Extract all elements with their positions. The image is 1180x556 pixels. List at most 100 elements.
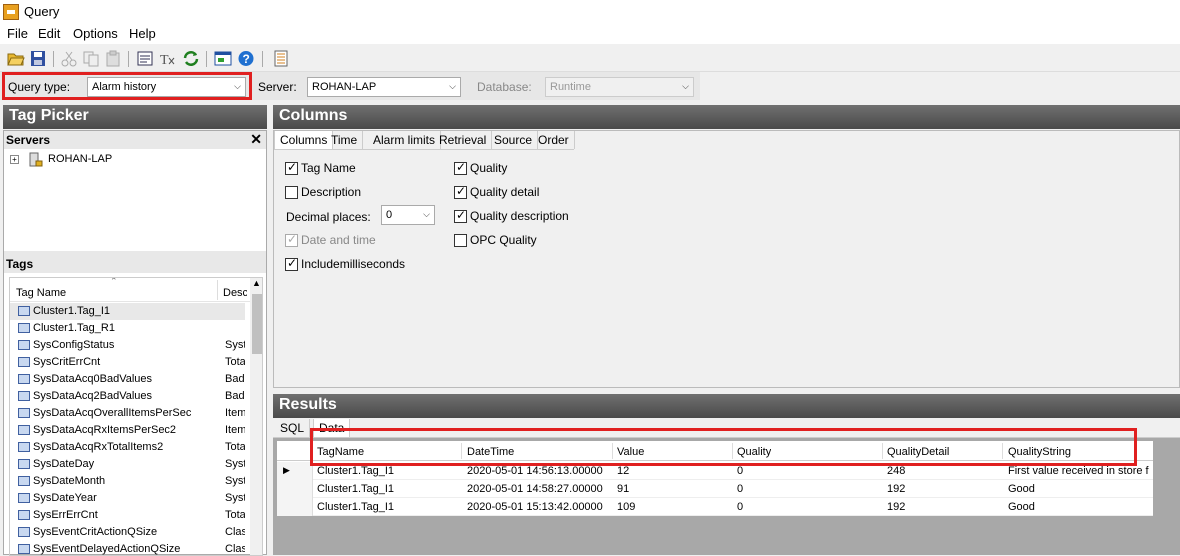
include-milliseconds-checkbox[interactable] [285,256,298,271]
server-tree-node[interactable]: + ROHAN-LAP [10,152,210,168]
opc-quality-checkbox[interactable] [454,234,467,247]
toolbar-separator [53,51,54,67]
tag-icon [18,425,30,435]
tag-list-item[interactable]: SysDataAcqRxTotalItems2 Tota [10,439,245,456]
menu-options[interactable]: Options [73,26,118,41]
tag-list-item[interactable]: Cluster1.Tag_I1 [10,303,245,320]
date-time-checkbox[interactable] [285,232,298,247]
tag-name-checkbox[interactable] [285,160,298,175]
tab-order[interactable]: Order [533,131,575,149]
tag-list-item[interactable]: SysDataAcqOverallItemsPerSec Item [10,405,245,422]
table-cell: Good [1008,501,1035,513]
server-node-label: ROHAN-LAP [48,153,113,165]
refresh-icon[interactable] [182,50,200,67]
tag-description: Tota [225,441,245,453]
menu-edit[interactable]: Edit [38,26,60,41]
clear-text-icon[interactable]: T [158,50,176,67]
scroll-thumb[interactable] [252,294,262,354]
tag-list-item[interactable]: SysEventCritActionQSize Clas [10,524,245,541]
list-settings-icon[interactable] [272,50,290,67]
copy-icon[interactable] [82,50,100,67]
table-cell: 192 [887,483,906,495]
decimal-places-select[interactable]: 0 ⌵ [381,205,435,225]
table-cell: 192 [887,501,906,513]
current-row-icon: ▶ [283,465,290,475]
highlight-box [310,428,1137,466]
table-row[interactable]: Cluster1.Tag_I1 2020-05-01 14:58:27.00000… [277,480,1153,498]
paste-icon[interactable] [104,50,122,67]
tag-list-item[interactable]: SysEventDelayedActionQSize Clas [10,541,245,555]
table-cell: 0 [737,483,744,495]
tag-list-item[interactable]: SysDataAcqRxItemsPerSec2 Item [10,422,245,439]
table-cell: 2020-05-01 14:58:27.00000 [467,483,603,495]
tab-sql[interactable]: SQL [275,419,311,437]
tab-columns[interactable]: Columns [274,131,334,149]
sort-up-icon: ⌃ [110,277,118,286]
tag-list-item[interactable]: SysErrErrCnt Tota [10,507,245,524]
save-icon[interactable] [29,50,47,67]
tag-description: Item [225,407,245,419]
scrollbar[interactable]: ▲ [250,278,262,555]
cut-icon[interactable] [60,50,78,67]
columns-panel: Columns Time Alarm limits Retrieval Sour… [273,130,1180,388]
tag-description: Syst [225,475,245,487]
tag-list-item[interactable]: SysConfigStatus Syst [10,337,245,354]
tag-description: Tota [225,356,245,368]
results-panel: SQL Data TagName DateTime Value Quality … [273,419,1180,555]
tag-list-item[interactable]: Cluster1.Tag_R1 [10,320,245,337]
help-icon[interactable]: ? [237,50,255,67]
expand-icon[interactable]: + [10,155,19,164]
tag-name: SysConfigStatus [33,339,115,351]
table-row[interactable]: Cluster1.Tag_I1 2020-05-01 15:13:42.00000… [277,498,1153,516]
tag-description: Syst [225,492,245,504]
row-selector[interactable] [277,498,313,516]
table-cell: 0 [737,465,744,477]
tag-name: SysCritErrCnt [33,356,101,368]
close-icon[interactable]: ✕ [250,131,262,148]
table-cell: Cluster1.Tag_I1 [317,483,395,495]
server-icon [29,152,43,167]
description-checkbox[interactable] [285,186,298,199]
window-icon[interactable] [214,50,232,67]
description-label: Description [301,185,362,199]
database-label: Database: [477,80,532,94]
query-icon[interactable] [136,50,154,67]
tag-list-item[interactable]: SysDataAcq0BadValues Bad [10,371,245,388]
table-cell: Cluster1.Tag_I1 [317,465,395,477]
column-header-description[interactable]: Desc [223,287,247,299]
tab-alarm-limits[interactable]: Alarm limits [368,131,441,149]
toolbar-separator [128,51,129,67]
quality-detail-checkbox[interactable] [454,184,467,199]
chevron-down-icon: ⌵ [449,81,456,91]
tab-source[interactable]: Source [489,131,539,149]
tags-subheader: Tags [4,251,266,273]
table-cell: Good [1008,483,1035,495]
menu-help[interactable]: Help [129,26,156,41]
row-selector[interactable] [277,480,313,498]
quality-detail-label: Quality detail [470,185,540,199]
tab-time[interactable]: Time [326,131,364,149]
quality-description-checkbox[interactable] [454,208,467,223]
scroll-up-icon[interactable]: ▲ [252,278,261,288]
tags-list: Tag Name ⌃ Desc Cluster1.Tag_I1 Cluster1.… [9,277,263,556]
tag-list-item[interactable]: SysDataAcq2BadValues Bad [10,388,245,405]
tag-icon [18,544,30,554]
tag-icon [18,357,30,367]
tag-name: SysDataAcq0BadValues [33,373,153,385]
column-header-tag-name[interactable]: Tag Name [16,287,66,299]
tag-icon [18,323,30,333]
database-value: Runtime [550,81,591,93]
tag-icon [18,408,30,418]
row-selector[interactable]: ▶ [277,462,313,480]
tag-description: Item [225,424,245,436]
tag-list-item[interactable]: SysCritErrCnt Tota [10,354,245,371]
tag-list-item[interactable]: SysDateMonth Syst [10,473,245,490]
tab-retrieval[interactable]: Retrieval [434,131,493,149]
database-select[interactable]: Runtime ⌵ [545,77,694,97]
server-select[interactable]: ROHAN-LAP ⌵ [307,77,461,97]
tag-list-item[interactable]: SysDateYear Syst [10,490,245,507]
menu-file[interactable]: File [7,26,28,41]
tag-list-item[interactable]: SysDateDay Syst [10,456,245,473]
quality-checkbox[interactable] [454,160,467,175]
open-folder-icon[interactable] [7,50,25,67]
